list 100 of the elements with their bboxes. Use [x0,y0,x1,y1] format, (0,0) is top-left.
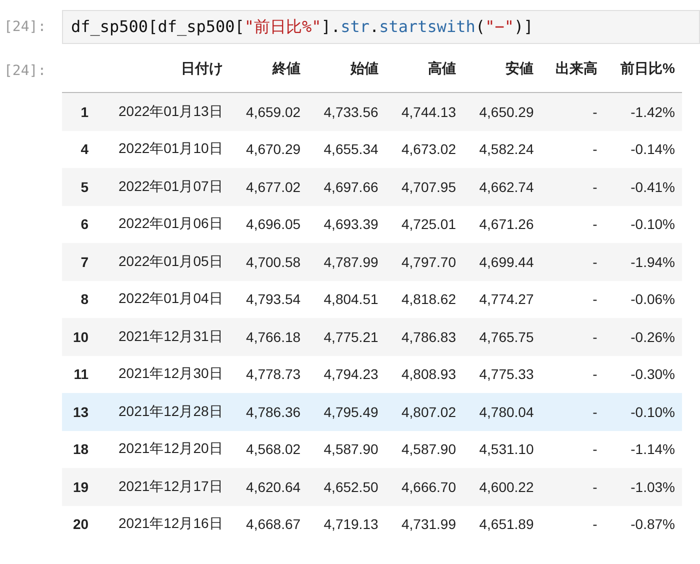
table-cell: 4,659.02 [230,92,308,130]
table-cell: 4,652.50 [308,468,386,506]
table-cell: - [540,280,604,318]
table-cell: 4,766.18 [230,318,308,356]
table-cell: 4,818.62 [385,280,463,318]
table-cell: -0.10% [604,393,682,430]
column-header: 出来高 [540,60,604,92]
column-header: 安値 [463,60,541,92]
cell-prompt: [24]: [4,62,48,79]
table-cell: 4,794.23 [308,356,386,393]
table-cell: 4,765.75 [463,318,541,356]
table-cell: 4,662.74 [463,168,541,206]
row-index: 10 [62,318,96,356]
table-cell: - [540,393,604,430]
table-cell: 4,587.90 [385,430,463,468]
table-cell: -0.87% [604,506,682,543]
table-cell: 4,668.67 [230,506,308,543]
table-cell: 2022年01月07日 [96,168,230,206]
table-cell: 4,666.70 [385,468,463,506]
table-cell: 2021年12月17日 [96,468,230,506]
table-cell: -0.10% [604,206,682,243]
table-cell: 4,693.39 [308,206,386,243]
table-cell: - [540,506,604,543]
code-input[interactable]: df_sp500[df_sp500["前日比%"].str.startswith("−")] [62,10,700,44]
table-cell: 2021年12月28日 [96,393,230,430]
table-cell: 4,775.21 [308,318,386,356]
table-cell: 2022年01月04日 [96,280,230,318]
table-cell: 4,620.64 [230,468,308,506]
table-cell: 4,795.49 [308,393,386,430]
table-cell: - [540,356,604,393]
table-cell: -1.14% [604,430,682,468]
table-cell: 4,780.04 [463,393,541,430]
table-cell: 4,670.29 [230,130,308,168]
table-cell: 4,650.29 [463,92,541,130]
table-cell: 4,671.26 [463,206,541,243]
table-cell: 4,700.58 [230,243,308,280]
table-cell: 4,696.05 [230,206,308,243]
row-index: 20 [62,506,96,543]
row-index: 1 [62,92,96,130]
table-cell: 4,807.02 [385,393,463,430]
table-cell: 4,778.73 [230,356,308,393]
column-header: 終値 [230,60,308,92]
table-cell: - [540,318,604,356]
column-header: 高値 [385,60,463,92]
row-index: 8 [62,280,96,318]
table-cell: 4,786.83 [385,318,463,356]
table-cell: 4,793.54 [230,280,308,318]
table-cell: 4,808.93 [385,356,463,393]
table-cell: 4,786.36 [230,393,308,430]
table-cell: 2021年12月20日 [96,430,230,468]
table-cell: -0.41% [604,168,682,206]
table-cell: 4,568.02 [230,430,308,468]
table-cell: - [540,168,604,206]
row-index: 13 [62,393,96,430]
table-cell: -0.30% [604,356,682,393]
table-cell: 4,787.99 [308,243,386,280]
table-cell: 4,587.90 [308,430,386,468]
table-cell: 4,775.33 [463,356,541,393]
table-cell: 4,774.27 [463,280,541,318]
table-cell: -0.06% [604,280,682,318]
table-cell: 4,744.13 [385,92,463,130]
table-cell: -0.26% [604,318,682,356]
table-cell: -1.42% [604,92,682,130]
table-cell: 4,804.51 [308,280,386,318]
column-header: 日付け [96,60,230,92]
row-index: 18 [62,430,96,468]
table-cell: 4,733.56 [308,92,386,130]
table-cell: 4,600.22 [463,468,541,506]
row-index: 5 [62,168,96,206]
table-cell: 4,582.24 [463,130,541,168]
table-cell: - [540,206,604,243]
table-cell: 4,719.13 [308,506,386,543]
table-cell: -0.14% [604,130,682,168]
table-cell: - [540,243,604,280]
row-index: 11 [62,356,96,393]
column-header: 始値 [308,60,386,92]
table-cell: 2022年01月06日 [96,206,230,243]
table-cell: 4,699.44 [463,243,541,280]
row-index: 6 [62,206,96,243]
table-cell: - [540,468,604,506]
table-cell: 2021年12月31日 [96,318,230,356]
table-cell: 4,731.99 [385,506,463,543]
table-cell: 4,725.01 [385,206,463,243]
table-cell: 2022年01月13日 [96,92,230,130]
table-cell: 4,707.95 [385,168,463,206]
table-cell: -1.03% [604,468,682,506]
column-header: 前日比% [604,60,682,92]
table-cell: 4,697.66 [308,168,386,206]
table-cell: -1.94% [604,243,682,280]
table-cell: 4,655.34 [308,130,386,168]
table-cell: 4,677.02 [230,168,308,206]
table-cell: 2021年12月30日 [96,356,230,393]
table-cell: 2021年12月16日 [96,506,230,543]
table-cell: 4,797.70 [385,243,463,280]
row-index: 4 [62,130,96,168]
table-cell: - [540,430,604,468]
table-cell: 4,531.10 [463,430,541,468]
table-cell: 4,673.02 [385,130,463,168]
table-cell: 4,651.89 [463,506,541,543]
row-index: 19 [62,468,96,506]
